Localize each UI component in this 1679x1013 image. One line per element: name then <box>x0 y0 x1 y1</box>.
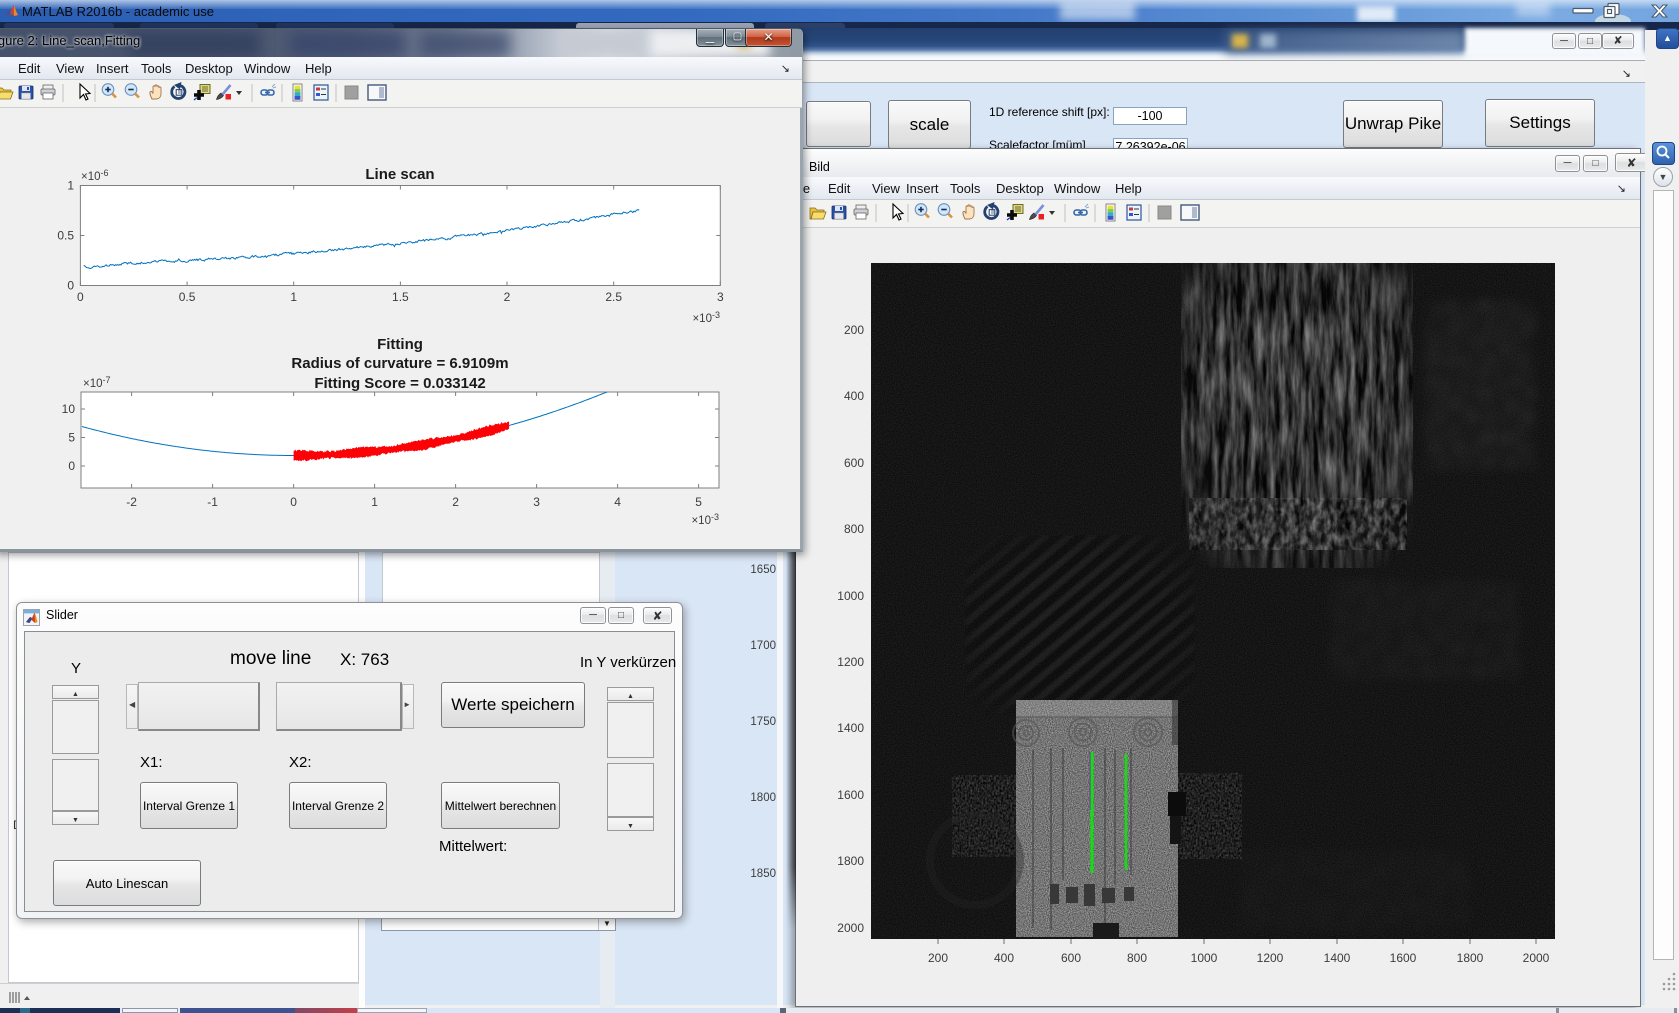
svg-text:Line scan: Line scan <box>365 166 434 183</box>
svg-text:×10-3: ×10-3 <box>692 310 720 325</box>
svg-text:1000: 1000 <box>837 589 864 603</box>
svg-text:1600: 1600 <box>1390 951 1417 965</box>
svg-text:3: 3 <box>533 495 540 509</box>
svg-text:800: 800 <box>1127 951 1147 965</box>
svg-text:1: 1 <box>67 179 74 193</box>
svg-text:800: 800 <box>844 522 864 536</box>
svg-text:3: 3 <box>717 290 724 304</box>
svg-text:0: 0 <box>67 279 74 293</box>
svg-text:200: 200 <box>928 951 948 965</box>
svg-text:Radius of curvature = 6.9109m: Radius of curvature = 6.9109m <box>291 355 508 372</box>
svg-text:0.5: 0.5 <box>179 290 196 304</box>
svg-text:600: 600 <box>1061 951 1081 965</box>
svg-text:-1: -1 <box>207 495 218 509</box>
svg-text:1200: 1200 <box>837 655 864 669</box>
svg-text:2000: 2000 <box>1523 951 1550 965</box>
svg-text:0: 0 <box>77 290 84 304</box>
svg-text:Fitting: Fitting <box>377 336 423 353</box>
svg-text:5: 5 <box>68 431 75 445</box>
svg-text:×10-6: ×10-6 <box>81 168 109 183</box>
svg-text:×10-3: ×10-3 <box>691 512 719 527</box>
svg-text:2.5: 2.5 <box>605 290 622 304</box>
svg-text:400: 400 <box>994 951 1014 965</box>
svg-text:600: 600 <box>844 456 864 470</box>
svg-text:1: 1 <box>371 495 378 509</box>
svg-text:1400: 1400 <box>837 721 864 735</box>
svg-text:1800: 1800 <box>837 854 864 868</box>
svg-text:0: 0 <box>68 459 75 473</box>
svg-text:1400: 1400 <box>1324 951 1351 965</box>
svg-text:1600: 1600 <box>837 788 864 802</box>
svg-text:2000: 2000 <box>837 921 864 935</box>
svg-text:1000: 1000 <box>1191 951 1218 965</box>
svg-text:-2: -2 <box>126 495 137 509</box>
svg-text:5: 5 <box>695 495 702 509</box>
svg-text:×10-7: ×10-7 <box>83 375 111 390</box>
svg-text:400: 400 <box>844 389 864 403</box>
svg-text:0.5: 0.5 <box>57 229 74 243</box>
svg-text:2: 2 <box>452 495 459 509</box>
svg-text:1.5: 1.5 <box>392 290 409 304</box>
svg-text:10: 10 <box>62 402 76 416</box>
svg-text:4: 4 <box>614 495 621 509</box>
svg-text:1200: 1200 <box>1257 951 1284 965</box>
svg-text:2: 2 <box>504 290 511 304</box>
svg-text:Fitting Score = 0.033142: Fitting Score = 0.033142 <box>314 375 485 392</box>
svg-text:1800: 1800 <box>1457 951 1484 965</box>
svg-text:0: 0 <box>290 495 297 509</box>
svg-text:200: 200 <box>844 323 864 337</box>
svg-text:1: 1 <box>290 290 297 304</box>
